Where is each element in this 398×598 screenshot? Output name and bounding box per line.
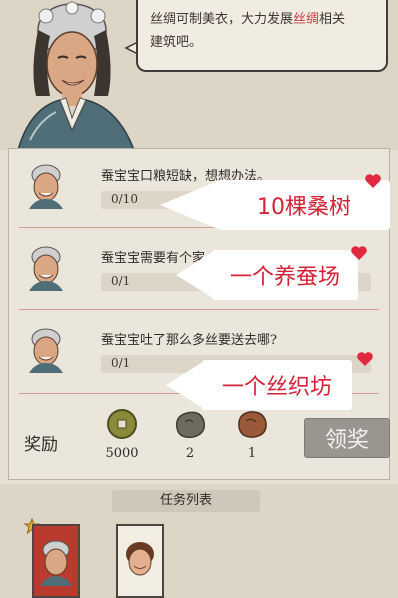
copper-ore-icon — [238, 411, 267, 438]
callout-arrow — [160, 180, 220, 230]
row-divider — [19, 309, 379, 310]
quest-progress-text: 0/1 — [111, 274, 131, 288]
reward-amount: 2 — [185, 446, 195, 461]
reward-amount: 5000 — [105, 446, 139, 461]
rewards-section: 奖励 5000 2 1 领奖 — [8, 402, 390, 480]
npc-avatar-icon — [126, 542, 154, 576]
reward-amount: 1 — [247, 446, 257, 461]
task-card-active[interactable] — [32, 524, 80, 598]
rewards-label: 奖励 — [24, 435, 58, 455]
callout-silkworm-farm: 一个养蚕场 — [176, 250, 358, 300]
dialogue-line-2: 建筑吧。 — [150, 35, 203, 50]
copper-coin-icon — [107, 409, 137, 439]
stone-ore-icon — [175, 411, 206, 439]
task-list-area: 任务列表 — [0, 484, 398, 598]
heart-icon — [365, 174, 381, 188]
quest-giver-avatar — [29, 328, 63, 373]
npc-avatar-icon — [40, 540, 72, 586]
callout-arrow — [176, 250, 216, 300]
dialogue-line-1: 丝绸可制美衣，大力发展丝绸相关 — [150, 12, 346, 27]
quest-giver-avatar — [29, 164, 63, 209]
reward-item: 1 — [222, 408, 282, 461]
callout-text: 一个养蚕场 — [212, 250, 358, 300]
quest-progress-text: 0/1 — [111, 356, 131, 370]
reward-item: 5000 — [92, 408, 152, 461]
reward-item: 2 — [160, 408, 220, 461]
dialogue-highlight: 丝绸 — [293, 12, 320, 27]
npc-dialogue-area: 丝绸可制美衣，大力发展丝绸相关 建筑吧。 — [0, 0, 398, 150]
task-list-title: 任务列表 — [112, 490, 260, 512]
quest-title: 蚕宝宝吐了那么多丝要送去哪? — [101, 333, 277, 348]
claim-reward-button[interactable]: 领奖 — [304, 418, 390, 458]
heart-icon — [351, 246, 367, 260]
quest-giver-avatar — [29, 246, 63, 291]
task-card[interactable] — [116, 524, 164, 598]
speech-bubble: 丝绸可制美衣，大力发展丝绸相关 建筑吧。 — [136, 0, 388, 72]
quest-progress-text: 0/10 — [111, 192, 138, 206]
callout-mulberry: 10棵桑树 — [160, 180, 390, 230]
npc-portrait — [17, 1, 135, 150]
heart-icon — [357, 352, 373, 366]
